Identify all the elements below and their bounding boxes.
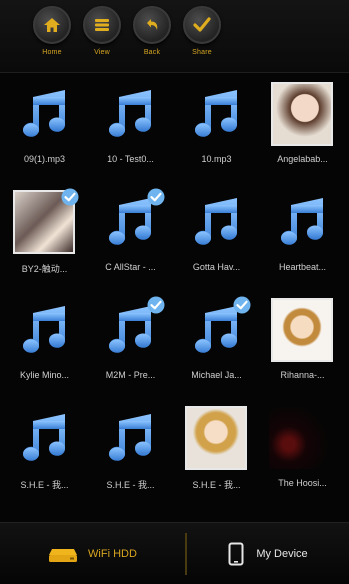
file-thumbnail	[9, 80, 79, 148]
home-icon	[44, 18, 60, 32]
back-button[interactable]: Back	[128, 6, 176, 56]
wifi-hdd-label: WiFi HDD	[88, 547, 137, 560]
file-thumbnail	[267, 188, 337, 256]
music-note-icon	[109, 90, 152, 137]
home-button[interactable]: Home	[28, 6, 76, 56]
selected-check-icon	[61, 188, 79, 206]
check-icon	[193, 17, 211, 32]
file-thumbnail	[9, 296, 79, 364]
file-item[interactable]: 10.mp3	[174, 74, 259, 190]
file-thumbnail	[181, 296, 251, 364]
file-name: 10.mp3	[201, 154, 232, 164]
file-item[interactable]: Kylie Mino...	[2, 290, 87, 406]
list-icon	[95, 19, 109, 31]
file-name: 10 - Test0...	[107, 154, 154, 164]
video-preview	[269, 407, 335, 469]
file-name: Angelabab...	[277, 154, 328, 164]
music-note-icon	[195, 198, 238, 245]
view-label: View	[94, 49, 110, 56]
file-name: S.H.E - 我...	[192, 480, 241, 490]
image-thumbnail	[267, 296, 337, 364]
back-icon	[147, 19, 158, 30]
file-name: Gotta Hav...	[192, 262, 241, 272]
music-note-icon	[23, 306, 66, 353]
hard-drive-icon	[49, 548, 78, 562]
file-name: S.H.E - 我...	[20, 480, 69, 490]
file-item[interactable]: C AllStar - ...	[88, 182, 173, 298]
file-thumbnail	[95, 296, 165, 364]
bottom-bar: WiFi HDD My Device	[0, 522, 349, 584]
file-name: C AllStar - ...	[105, 262, 156, 272]
file-thumbnail	[95, 188, 165, 256]
file-item[interactable]: M2M - Pre...	[88, 290, 173, 406]
selected-check-icon	[147, 296, 165, 314]
file-item[interactable]: Rihanna-...	[260, 290, 345, 406]
file-name: BY2-触动...	[21, 264, 68, 274]
music-note-icon	[281, 198, 324, 245]
file-item[interactable]: Angelabab...	[260, 74, 345, 190]
file-item[interactable]: Heartbeat...	[260, 182, 345, 298]
my-device-label: My Device	[256, 547, 308, 560]
music-note-icon	[23, 414, 66, 461]
home-label: Home	[42, 49, 62, 56]
file-thumbnail	[95, 80, 165, 148]
toolbar: Home View Back Share	[0, 0, 349, 73]
file-item[interactable]: Michael Ja...	[174, 290, 259, 406]
file-name: M2M - Pre...	[105, 370, 156, 380]
image-thumbnail	[181, 404, 251, 472]
file-item[interactable]: BY2-触动...	[2, 182, 87, 298]
file-item[interactable]: S.H.E - 我...	[88, 398, 173, 514]
my-device-tab[interactable]: My Device	[187, 523, 349, 584]
file-item[interactable]: 10 - Test0...	[88, 74, 173, 190]
share-button[interactable]: Share	[178, 6, 226, 56]
file-thumbnail	[95, 404, 165, 472]
back-label: Back	[143, 49, 161, 56]
image-thumbnail	[267, 80, 337, 148]
photo-preview	[185, 406, 247, 470]
photo-preview	[271, 298, 333, 362]
music-note-icon	[195, 90, 238, 137]
wifi-hdd-tab[interactable]: WiFi HDD	[0, 523, 185, 584]
file-thumbnail	[181, 80, 251, 148]
file-thumbnail	[9, 404, 79, 472]
selected-check-icon	[233, 296, 251, 314]
file-name: S.H.E - 我...	[106, 480, 155, 490]
music-note-icon	[23, 90, 66, 137]
view-button[interactable]: View	[78, 6, 126, 56]
file-name: 09(1).mp3	[23, 154, 66, 164]
image-thumbnail	[267, 404, 337, 472]
file-name: Michael Ja...	[191, 370, 242, 380]
file-name: Kylie Mino...	[19, 370, 70, 380]
file-item[interactable]: 09(1).mp3	[2, 74, 87, 190]
file-item[interactable]: S.H.E - 我...	[174, 398, 259, 514]
file-grid: 09(1).mp3 10 - Test0... 10.mp3 Angelabab...…	[0, 74, 349, 514]
file-name: The Hoosi...	[278, 478, 327, 488]
share-label: Share	[192, 49, 212, 56]
file-name: Heartbeat...	[278, 262, 327, 272]
file-thumbnail	[181, 188, 251, 256]
file-item[interactable]: Gotta Hav...	[174, 182, 259, 298]
photo-preview	[271, 82, 333, 146]
phone-icon	[228, 542, 244, 565]
file-name: Rihanna-...	[280, 370, 325, 380]
file-item[interactable]: The Hoosi...	[260, 398, 345, 514]
selected-check-icon	[147, 188, 165, 206]
music-note-icon	[109, 414, 152, 461]
file-item[interactable]: S.H.E - 我...	[2, 398, 87, 514]
image-thumbnail	[9, 188, 79, 256]
